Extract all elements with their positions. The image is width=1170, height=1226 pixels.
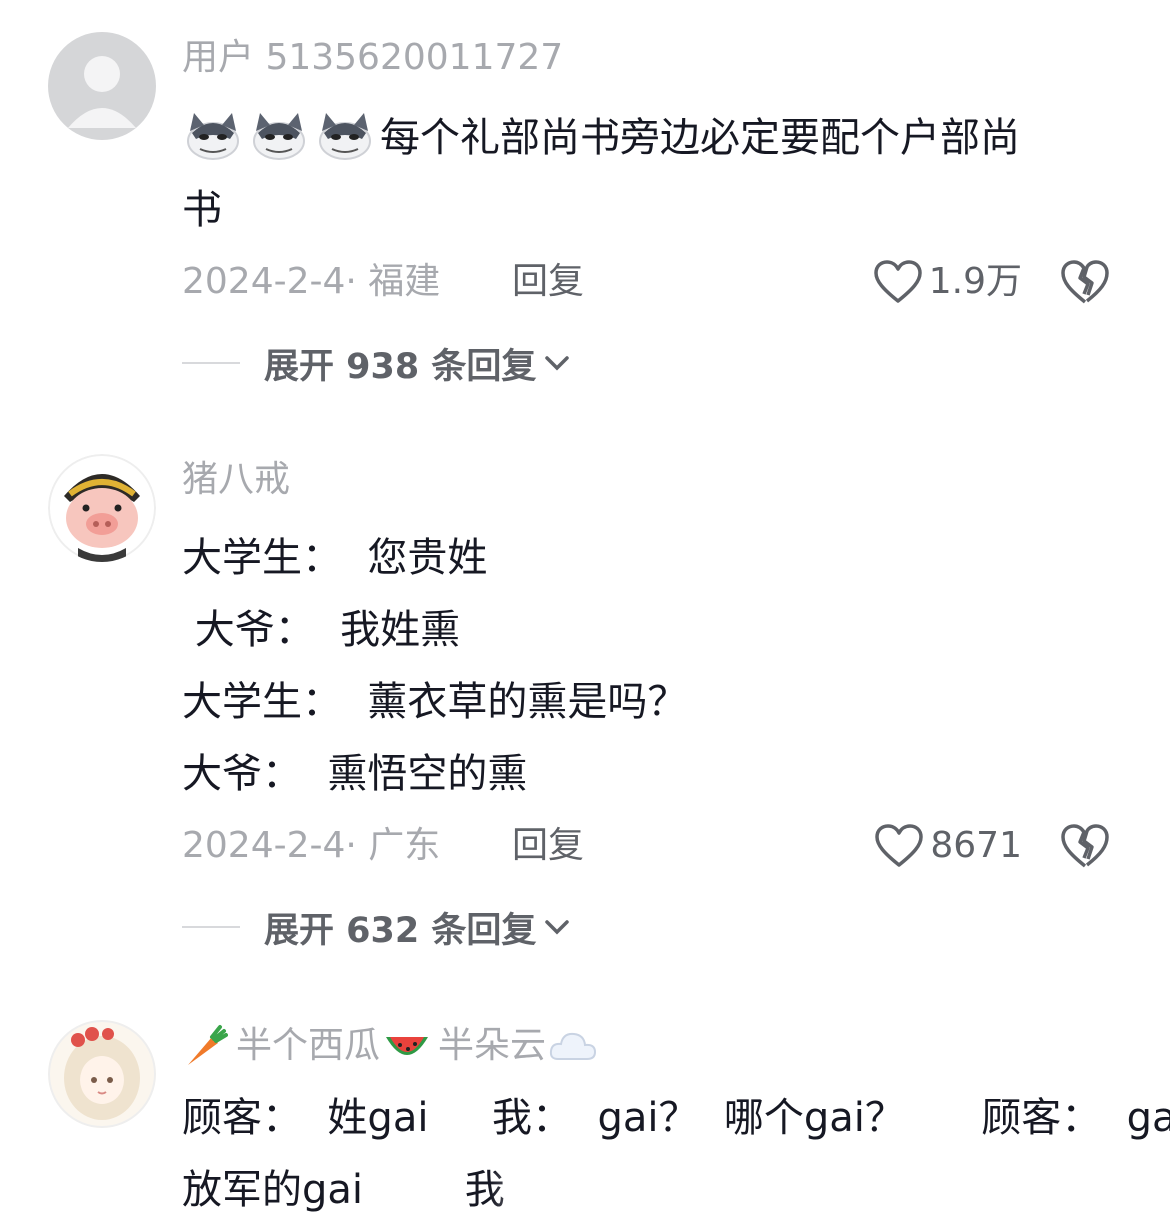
comment-username[interactable]: 猪八戒 <box>182 458 1110 502</box>
username-part: 半朵云 <box>438 1025 547 1066</box>
expand-replies-button[interactable]: 展开 938 条回复 <box>182 338 1110 388</box>
comment-line: 大爷： 熏悟空的熏 <box>182 751 528 797</box>
comment-meta: 2024-2-4· 福建 回复 1.9万 <box>182 254 1110 310</box>
chevron-down-icon <box>545 356 570 371</box>
broken-heart-icon[interactable] <box>1060 822 1110 870</box>
avatar[interactable] <box>48 454 156 562</box>
reply-button[interactable]: 回复 <box>512 818 584 874</box>
like-count: 8671 <box>930 825 1022 866</box>
expand-replies-button[interactable]: 展开 632 条回复 <box>182 902 1110 952</box>
expand-replies-label: 展开 938 条回复 <box>264 346 537 387</box>
text-fade-overlay <box>490 1172 600 1224</box>
watermelon-icon <box>386 1037 429 1055</box>
comment-meta: 2024-2-4· 广东 回复 8671 <box>182 818 1110 874</box>
comment-line: 书 <box>182 187 222 233</box>
comment-line: 大爷： 我姓熏 <box>182 607 461 653</box>
username-part: 半个西瓜 <box>236 1025 381 1066</box>
divider <box>182 362 240 364</box>
avatar[interactable] <box>48 1020 156 1128</box>
wolf-emoji <box>187 113 239 160</box>
broken-heart-icon[interactable] <box>1060 258 1110 306</box>
expand-replies-label: 展开 632 条回复 <box>264 910 537 951</box>
reply-button[interactable]: 回复 <box>512 254 584 310</box>
heart-icon <box>875 824 924 867</box>
comment-date-location: 2024-2-4· 福建 <box>182 261 441 302</box>
wolf-emoji <box>319 113 371 160</box>
like-button[interactable]: 8671 <box>874 818 1022 874</box>
comment-line: 放军的gai 我 <box>182 1167 505 1213</box>
comment-line: 大学生： 您贵姓 <box>182 535 488 581</box>
heart-icon <box>873 260 922 303</box>
comment-text: 每个礼部尚书旁边必定要配个户部尚 书 <box>182 102 1110 246</box>
comment-line: 大学生： 薰衣草的熏是吗？ <box>182 679 688 725</box>
avatar[interactable] <box>48 32 156 140</box>
cloud-icon <box>549 1032 597 1060</box>
like-button[interactable]: 1.9万 <box>873 254 1022 310</box>
like-count: 1.9万 <box>928 261 1022 302</box>
comment-username[interactable]: 半个西瓜 半朵云 <box>182 1024 1110 1068</box>
wolf-emoji <box>253 113 305 160</box>
carrot-icon <box>188 1025 228 1065</box>
comment-line: 顾客： 姓gai 我： gai？ 哪个gai？ 顾客： gai <box>182 1095 1170 1141</box>
chevron-down-icon <box>545 920 570 935</box>
comment-line: 每个礼部尚书旁边必定要配个户部尚 <box>380 115 1020 161</box>
comment-username[interactable]: 用户 5135620011727 <box>182 36 1110 80</box>
comment-date-location: 2024-2-4· 广东 <box>182 825 441 866</box>
divider <box>182 926 240 928</box>
comment-text: 顾客： 姓gai 我： gai？ 哪个gai？ 顾客： gai 放军的gai 我 <box>182 1082 1170 1226</box>
comment-text: 大学生： 您贵姓 大爷： 我姓熏 大学生： 薰衣草的熏是吗？ 大爷： 熏悟空的熏 <box>182 522 1110 810</box>
